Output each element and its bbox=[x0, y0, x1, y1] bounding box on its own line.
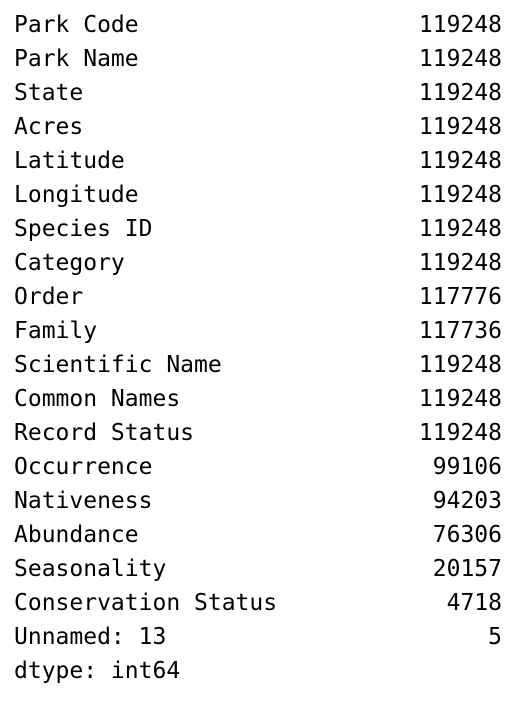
row-label: Category bbox=[14, 250, 125, 276]
row-label: Park Name bbox=[14, 46, 139, 72]
row-value: 119248 bbox=[418, 12, 502, 38]
row-label: Acres bbox=[14, 114, 84, 140]
row-label: Conservation Status bbox=[14, 590, 278, 616]
row-label: Order bbox=[14, 284, 84, 310]
row-label: State bbox=[14, 80, 84, 106]
row-value: 99106 bbox=[432, 454, 502, 480]
row-label: Common Names bbox=[14, 386, 181, 412]
row-value: 5 bbox=[488, 624, 502, 650]
dtype-line: dtype: int64 bbox=[14, 658, 181, 684]
row-value: 119248 bbox=[418, 182, 502, 208]
row-value: 94203 bbox=[432, 488, 502, 514]
row-label: Occurrence bbox=[14, 454, 153, 480]
series-row-park-name: Park Name 119248 bbox=[14, 42, 502, 76]
series-row-scientific-name: Scientific Name 119248 bbox=[14, 348, 502, 382]
series-row-conservation-status: Conservation Status 4718 bbox=[14, 586, 502, 620]
series-row-species-id: Species ID 119248 bbox=[14, 212, 502, 246]
row-value: 76306 bbox=[432, 522, 502, 548]
row-label: Record Status bbox=[14, 420, 195, 446]
series-row-family: Family 117736 bbox=[14, 314, 502, 348]
row-label: Family bbox=[14, 318, 98, 344]
row-value: 20157 bbox=[432, 556, 502, 582]
row-label: Nativeness bbox=[14, 488, 153, 514]
series-row-park-code: Park Code 119248 bbox=[14, 8, 502, 42]
row-label: Scientific Name bbox=[14, 352, 222, 378]
row-value: 119248 bbox=[418, 114, 502, 140]
series-row-seasonality: Seasonality 20157 bbox=[14, 552, 502, 586]
row-value: 119248 bbox=[418, 386, 502, 412]
row-label: Species ID bbox=[14, 216, 153, 242]
series-row-category: Category 119248 bbox=[14, 246, 502, 280]
series-row-latitude: Latitude 119248 bbox=[14, 144, 502, 178]
row-label: Longitude bbox=[14, 182, 139, 208]
row-label: Abundance bbox=[14, 522, 139, 548]
row-value: 119248 bbox=[418, 80, 502, 106]
series-row-occurrence: Occurrence 99106 bbox=[14, 450, 502, 484]
row-value: 119248 bbox=[418, 216, 502, 242]
row-value: 119248 bbox=[418, 46, 502, 72]
row-label: Unnamed: 13 bbox=[14, 624, 167, 650]
series-row-state: State 119248 bbox=[14, 76, 502, 110]
series-row-record-status: Record Status 119248 bbox=[14, 416, 502, 450]
series-row-acres: Acres 119248 bbox=[14, 110, 502, 144]
series-row-longitude: Longitude 119248 bbox=[14, 178, 502, 212]
row-label: Latitude bbox=[14, 148, 125, 174]
row-value: 117736 bbox=[418, 318, 502, 344]
row-value: 119248 bbox=[418, 420, 502, 446]
row-value: 119248 bbox=[418, 148, 502, 174]
row-label: Seasonality bbox=[14, 556, 167, 582]
series-row-common-names: Common Names 119248 bbox=[14, 382, 502, 416]
series-row-order: Order 117776 bbox=[14, 280, 502, 314]
row-label: Park Code bbox=[14, 12, 139, 38]
row-value: 119248 bbox=[418, 250, 502, 276]
series-row-nativeness: Nativeness 94203 bbox=[14, 484, 502, 518]
row-value: 4718 bbox=[446, 590, 502, 616]
row-value: 117776 bbox=[418, 284, 502, 310]
series-output: Park Code 119248 Park Name 119248 State … bbox=[14, 8, 502, 688]
series-row-unnamed-13: Unnamed: 13 5 bbox=[14, 620, 502, 654]
series-row-abundance: Abundance 76306 bbox=[14, 518, 502, 552]
row-value: 119248 bbox=[418, 352, 502, 378]
